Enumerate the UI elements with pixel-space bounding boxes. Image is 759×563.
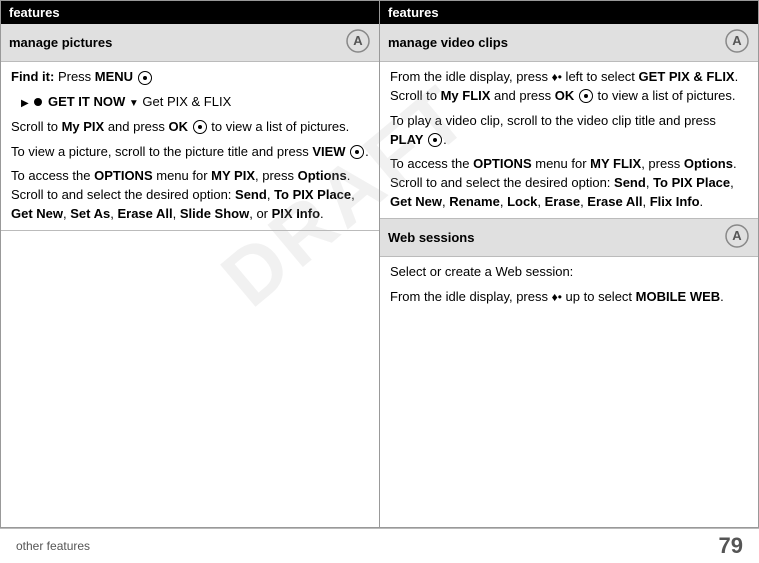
page-number: 79 bbox=[719, 533, 743, 559]
dropdown-arrow: ▼ bbox=[129, 98, 139, 109]
accessibility-icon: A bbox=[345, 28, 371, 57]
manage-video-label: manage video clips bbox=[388, 35, 508, 50]
video-play: To play a video clip, scroll to the vide… bbox=[390, 112, 748, 150]
web-session-idle: From the idle display, press ♦• up to se… bbox=[390, 288, 748, 307]
left-column: features manage pictures A Find i bbox=[1, 1, 380, 527]
scroll-mypix: Scroll to My PIX and press OK to view a … bbox=[11, 118, 369, 137]
video-idle-display: From the idle display, press ♦• left to … bbox=[390, 68, 748, 106]
nav-arrow-right: ▶ bbox=[21, 98, 29, 109]
menu-nav-icon bbox=[138, 71, 152, 85]
web-sessions-title: Web sessions A bbox=[380, 219, 758, 257]
main-content: features manage pictures A Find i bbox=[0, 0, 759, 528]
web-sessions-section: Web sessions A Select or create a Web se… bbox=[380, 219, 758, 527]
find-it-line: Find it: Press MENU bbox=[11, 68, 369, 87]
footer-label: other features bbox=[16, 539, 719, 553]
manage-video-section: manage video clips A From the idle displ… bbox=[380, 24, 758, 219]
manage-pictures-body: Find it: Press MENU ▶ GET IT NOW ▼ Get P… bbox=[1, 62, 379, 230]
svg-text:A: A bbox=[732, 33, 742, 48]
get-it-now-line: ▶ GET IT NOW ▼ Get PIX & FLIX bbox=[11, 93, 369, 112]
dot-bullet bbox=[34, 98, 42, 106]
view-picture: To view a picture, scroll to the picture… bbox=[11, 143, 369, 162]
svg-text:A: A bbox=[353, 33, 363, 48]
web-sessions-label: Web sessions bbox=[388, 230, 474, 245]
web-sessions-body: Select or create a Web session: From the… bbox=[380, 257, 758, 313]
ok-icon-2 bbox=[579, 89, 593, 103]
manage-video-body: From the idle display, press ♦• left to … bbox=[380, 62, 758, 218]
manage-pictures-section: manage pictures A Find it: Press MENU bbox=[1, 24, 379, 231]
accessibility-icon-3: A bbox=[724, 223, 750, 252]
manage-video-title: manage video clips A bbox=[380, 24, 758, 62]
get-it-now-label: GET IT NOW bbox=[48, 94, 125, 109]
play-icon bbox=[428, 133, 442, 147]
options-mypix: To access the OPTIONS menu for MY PIX, p… bbox=[11, 167, 369, 224]
web-session-create: Select or create a Web session: bbox=[390, 263, 748, 282]
nav-left-icon: ♦• bbox=[552, 69, 562, 86]
accessibility-icon-2: A bbox=[724, 28, 750, 57]
view-icon bbox=[350, 145, 364, 159]
svg-text:A: A bbox=[732, 228, 742, 243]
get-pix-flix-label: Get PIX & FLIX bbox=[142, 94, 231, 109]
right-col-sections: manage video clips A From the idle displ… bbox=[380, 24, 758, 527]
ok-icon bbox=[193, 120, 207, 134]
manage-pictures-label: manage pictures bbox=[9, 35, 112, 50]
right-column: features manage video clips A bbox=[380, 1, 758, 527]
left-col-header: features bbox=[1, 1, 379, 24]
footer: other features 79 bbox=[0, 528, 759, 563]
manage-pictures-title: manage pictures A bbox=[1, 24, 379, 62]
nav-up-icon: ♦• bbox=[552, 289, 562, 306]
options-myflix: To access the OPTIONS menu for MY FLIX, … bbox=[390, 155, 748, 212]
right-col-header: features bbox=[380, 1, 758, 24]
